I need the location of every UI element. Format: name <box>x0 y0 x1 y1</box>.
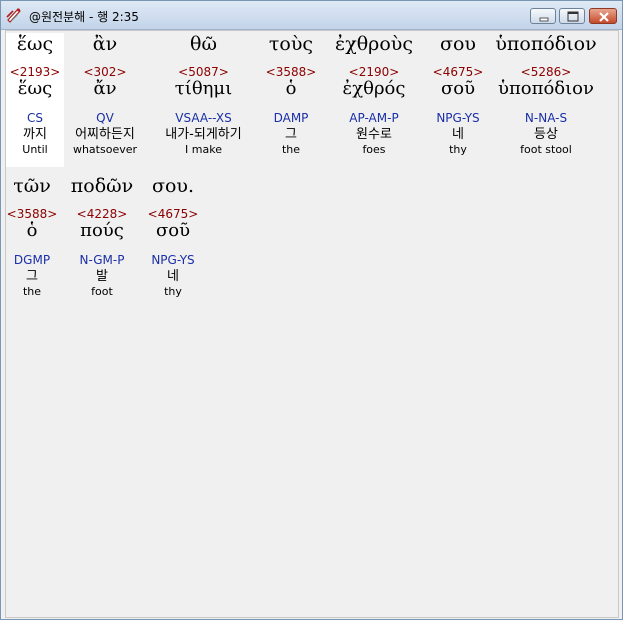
app-window: @원전분해 - 행 2:35 ἕως <2193> ἕως CS 까지 Unti… <box>0 0 623 620</box>
word-block[interactable]: ἕως <2193> ἕως CS 까지 Until <box>6 33 64 167</box>
title-bar[interactable]: @원전분해 - 행 2:35 <box>1 1 622 30</box>
lemma: σοῦ <box>155 220 191 241</box>
english-gloss: thy <box>449 143 467 156</box>
greek-word: ἕως <box>16 33 54 55</box>
korean-gloss: 네 <box>167 269 179 284</box>
maximize-icon <box>567 11 579 22</box>
strong-number: <2193> <box>9 65 61 79</box>
parsing-code: QV <box>96 111 114 125</box>
english-gloss: thy <box>164 285 182 298</box>
lemma: ὁ <box>285 78 297 99</box>
word-block[interactable]: ἐχθροὺς <2190> ἐχθρός AP-AM-P 원수로 foes <box>326 33 422 167</box>
korean-gloss: 그 <box>285 127 297 142</box>
parsing-code: NPG-YS <box>436 111 480 125</box>
word-block[interactable]: τῶν <3588> ὁ DGMP 그 the <box>6 175 58 309</box>
korean-gloss: 네 <box>452 127 464 142</box>
interlinear-panel[interactable]: ἕως <2193> ἕως CS 까지 Until ἂν <302> ἄν Q… <box>5 30 619 618</box>
lemma: σοῦ <box>440 78 476 99</box>
lemma: τίθημι <box>174 78 233 99</box>
lemma: ἐχθρός <box>342 78 406 99</box>
lemma: ἄν <box>93 78 117 99</box>
word-block[interactable]: σου. <4675> σοῦ NPG-YS 네 thy <box>143 175 203 309</box>
greek-word: ἐχθροὺς <box>335 33 413 55</box>
english-gloss: Until <box>22 143 48 156</box>
word-block[interactable]: ἂν <302> ἄν QV 어찌하든지 whatsoever <box>66 33 144 167</box>
lemma: ἕως <box>17 78 53 99</box>
parsing-code: VSAA--XS <box>175 111 232 125</box>
close-button[interactable] <box>589 8 617 24</box>
greek-word: ποδῶν <box>70 175 134 197</box>
lemma: πούς <box>80 220 124 241</box>
korean-gloss: 등상 <box>534 127 558 142</box>
greek-word: ἂν <box>92 33 118 55</box>
minimize-button[interactable] <box>530 8 556 24</box>
greek-word: θῶ <box>190 33 217 55</box>
strong-number: <2190> <box>348 65 400 79</box>
parsing-code: AP-AM-P <box>349 111 399 125</box>
korean-gloss: 그 <box>26 269 38 284</box>
maximize-button[interactable] <box>559 8 585 24</box>
korean-gloss: 내가-되게하기 <box>165 127 242 142</box>
word-block[interactable]: θῶ <5087> τίθημι VSAA--XS 내가-되게하기 I make <box>151 33 256 167</box>
english-gloss: foot stool <box>520 143 572 156</box>
strong-number: <4228> <box>76 207 128 221</box>
strong-number: <302> <box>83 65 127 79</box>
parsing-code: CS <box>27 111 43 125</box>
lemma: ὑποπόδιον <box>498 78 594 99</box>
greek-word: τῶν <box>13 175 51 197</box>
window-title: @원전분해 - 행 2:35 <box>29 10 139 24</box>
strong-number: <5087> <box>178 65 229 79</box>
word-block[interactable]: ποδῶν <4228> πούς N-GM-P 발 foot <box>66 175 138 309</box>
lemma: ὁ <box>26 220 38 241</box>
minimize-icon <box>539 17 549 22</box>
greek-word: ὑποπόδιον <box>495 33 597 55</box>
korean-gloss: 까지 <box>23 127 47 142</box>
greek-word: σου. <box>152 175 194 197</box>
parsing-code: DGMP <box>13 253 51 267</box>
greek-word: τοὺς <box>268 33 314 55</box>
app-logo-icon <box>5 6 23 24</box>
strong-number: <3588> <box>265 65 317 79</box>
word-block[interactable]: τοὺς <3588> ὁ DAMP 그 the <box>261 33 321 167</box>
strong-number: <3588> <box>6 207 58 221</box>
word-block[interactable]: σου <4675> σοῦ NPG-YS 네 thy <box>426 33 490 167</box>
english-gloss: the <box>281 143 301 156</box>
parsing-code: DAMP <box>273 111 309 125</box>
english-gloss: foot <box>91 285 113 298</box>
strong-number: <4675> <box>147 207 199 221</box>
korean-gloss: 발 <box>96 269 108 284</box>
parsing-code: N-NA-S <box>524 111 568 125</box>
english-gloss: whatsoever <box>72 143 138 156</box>
strong-number: <4675> <box>432 65 484 79</box>
strong-number: <5286> <box>520 65 572 79</box>
parsing-code: NPG-YS <box>151 253 195 267</box>
english-gloss: the <box>22 285 42 298</box>
korean-gloss: 어찌하든지 <box>75 127 135 142</box>
english-gloss: foes <box>362 143 386 156</box>
close-icon <box>599 12 609 22</box>
greek-word: σου <box>440 33 476 55</box>
korean-gloss: 원수로 <box>356 127 392 142</box>
english-gloss: I make <box>185 143 222 156</box>
parsing-code: N-GM-P <box>79 253 125 267</box>
word-block[interactable]: ὑποπόδιον <5286> ὑποπόδιον N-NA-S 등상 foo… <box>491 33 601 167</box>
